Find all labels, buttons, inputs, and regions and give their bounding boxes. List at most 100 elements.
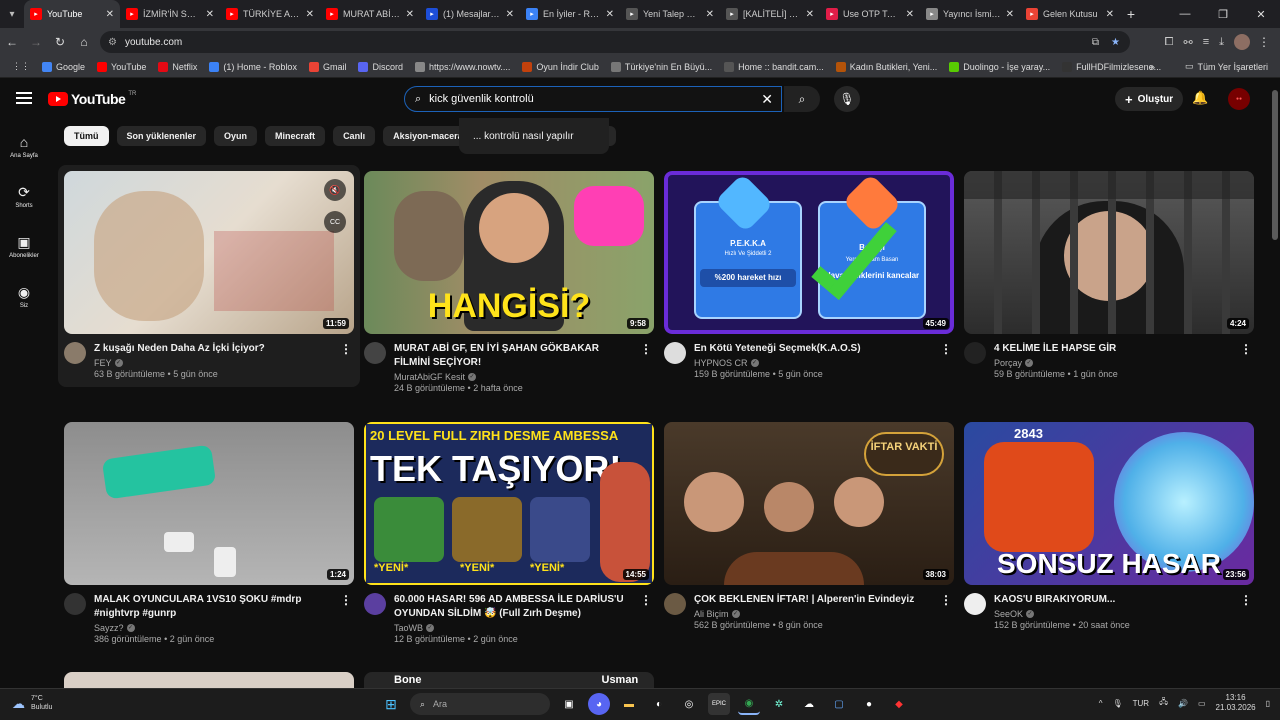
downloads-icon[interactable]: ⤓ [1219,36,1224,49]
filter-chip[interactable]: Minecraft [265,126,326,146]
bookmark-item[interactable]: Kadın Butikleri, Yeni... [835,61,937,72]
video-card[interactable]: 20 LEVEL FULL ZIRH DESME AMBESSA TEK TAŞ… [364,422,654,644]
hamburger-menu-icon[interactable] [16,92,32,104]
network-icon[interactable]: 🖧 [1159,696,1168,710]
bookmark-star-icon[interactable]: ★ [1111,37,1120,48]
video-card[interactable]: 🔇 CC 11:59 Z kuşağı Neden Daha Az İçki İç… [58,165,360,387]
settings-icon[interactable]: ✲ [768,693,790,715]
all-bookmarks-folder[interactable]: ▭ Tüm Yer İşaretleri [1185,61,1268,72]
partial-video-thumb-1[interactable] [64,672,354,688]
browser-tab[interactable]: ▸ Gelen Kutusu ✕ [1020,0,1120,28]
video-card[interactable]: 4:24 4 KELİME İLE HAPSE GİR Porçay ✓ 59 B… [964,171,1254,379]
file-explorer-icon[interactable]: ▬ [618,693,640,715]
reload-icon[interactable]: ↻ [48,28,72,56]
filter-chip[interactable]: Oyun [214,126,258,146]
more-actions-icon[interactable]: ⋮ [340,342,352,356]
close-tab-icon[interactable]: ✕ [806,9,814,20]
channel-avatar[interactable] [364,342,386,364]
minimize-icon[interactable]: — [1166,0,1204,28]
browser-menu-icon[interactable]: ⋮ [1252,28,1276,56]
notification-center-icon[interactable]: ▯ [1266,699,1270,708]
close-window-icon[interactable]: ✕ [1242,0,1280,28]
install-icon[interactable]: ⧉ [1092,37,1099,48]
mute-icon[interactable]: 🔇 [324,179,346,201]
video-card[interactable]: 2843 SONSUZ HASAR 23:56 KAOS'U BIRAKIYORU… [964,422,1254,630]
bookmark-item[interactable]: Gmail [308,61,346,72]
youtube-logo[interactable]: YouTube TR [48,91,136,107]
bookmark-item[interactable]: FullHDFilmizlesene... [1062,61,1161,72]
browser-tab[interactable]: ▸ [KALİTELİ] 100 ✕ [720,0,820,28]
close-tab-icon[interactable]: ✕ [506,9,514,20]
filter-chip[interactable]: Son yüklenenler [116,126,207,146]
video-thumbnail[interactable]: 1:24 [64,422,354,585]
obs-icon[interactable]: ● [858,693,880,715]
weather-widget[interactable]: ☁ 7°C Bulutlu [12,694,52,712]
video-thumbnail[interactable]: 🔇 CC 11:59 [64,171,354,334]
clear-search-icon[interactable]: ✕ [761,91,773,108]
language-indicator[interactable]: TUR [1133,699,1149,708]
partial-video-thumb-2[interactable]: Bone Usman [364,672,654,688]
tray-overflow-icon[interactable]: ^ [1099,699,1103,708]
channel-name[interactable]: Ali Biçim [694,609,729,619]
home-icon[interactable]: ⌂ [72,28,96,56]
video-title[interactable]: KAOS'U BIRAKIYORUM... [994,593,1254,607]
more-actions-icon[interactable]: ⋮ [940,593,952,607]
account-avatar[interactable]: ●● [1228,88,1250,110]
close-tab-icon[interactable]: ✕ [706,9,714,20]
github-icon[interactable]: ◎ [678,693,700,715]
app-icon[interactable]: ▢ [828,693,850,715]
video-card[interactable]: HANGİSİ? 9:58 MURAT ABİ GF, EN İYİ ŞAHAN … [364,171,654,393]
browser-tab[interactable]: ▸ YouTube ✕ [24,0,120,28]
video-title[interactable]: MURAT ABİ GF, EN İYİ ŞAHAN GÖKBAKAR FİLM… [394,342,654,370]
channel-name[interactable]: TaoWB [394,623,423,633]
more-actions-icon[interactable]: ⋮ [1240,342,1252,356]
close-tab-icon[interactable]: ✕ [1106,9,1114,20]
browser-tab[interactable]: ▸ (1) Mesajlar - In ✕ [420,0,520,28]
bookmark-item[interactable]: Oyun İndir Club [522,61,599,72]
search-button[interactable]: ⌕ [784,86,820,112]
battery-icon[interactable]: ▭ [1198,699,1206,708]
browser-tab[interactable]: ▸ Yayıncı İsmi Ön ✕ [920,0,1020,28]
channel-name[interactable]: Porçay [994,358,1022,368]
video-thumbnail[interactable]: P.E.K.K.A Hızlı Ve Şiddetli 2 %200 harek… [664,171,954,334]
chrome-icon[interactable]: ◉ [738,693,760,715]
bookmark-item[interactable]: https://www.nowtv.... [414,61,510,72]
epic-games-icon[interactable]: EPIC [708,693,730,715]
browser-tab[interactable]: ▸ En İyiler - Robl ✕ [520,0,620,28]
video-title[interactable]: Z kuşağı Neden Daha Az İçki İçiyor? [94,342,354,356]
video-thumbnail[interactable]: 20 LEVEL FULL ZIRH DESME AMBESSA TEK TAŞ… [364,422,654,585]
more-actions-icon[interactable]: ⋮ [640,593,652,607]
channel-name[interactable]: Sayzz? [94,623,124,633]
back-icon[interactable]: ← [0,28,24,56]
extensions-icon[interactable]: ⧠ [1165,36,1174,49]
profile-avatar[interactable] [1234,34,1250,50]
channel-name[interactable]: HYPNOS CR [694,358,748,368]
address-bar[interactable]: ⚙ youtube.com ⧉ ★ [100,31,1130,53]
notifications-bell-icon[interactable]: 🔔 [1192,90,1208,106]
video-card[interactable]: P.E.K.K.A Hızlı Ve Şiddetli 2 %200 harek… [664,171,954,379]
browser-tab[interactable]: ▸ MURAT ABİ GF ✕ [320,0,420,28]
more-actions-icon[interactable]: ⋮ [940,342,952,356]
channel-avatar[interactable] [664,593,686,615]
bookmark-item[interactable]: Google [42,61,85,72]
bookmark-item[interactable]: (1) Home - Roblox [209,61,297,72]
vpn-extension-icon[interactable]: ⚯ [1183,36,1192,49]
more-actions-icon[interactable]: ⋮ [640,342,652,356]
close-tab-icon[interactable]: ✕ [106,9,114,20]
search-suggestion[interactable]: ... kontrolü nasıl yapılır [459,118,609,154]
bookmark-item[interactable]: Türkiye'nin En Büyü... [610,61,712,72]
close-tab-icon[interactable]: ✕ [1006,9,1014,20]
channel-avatar[interactable] [364,593,386,615]
channel-avatar[interactable] [964,342,986,364]
task-view-icon[interactable]: ▣ [558,693,580,715]
new-tab-button[interactable]: + [1120,6,1142,22]
tab-search-icon[interactable]: ▾ [0,0,24,28]
maximize-icon[interactable]: ❐ [1204,0,1242,28]
channel-name[interactable]: FEY [94,358,112,368]
forward-icon[interactable]: → [24,28,48,56]
scrollbar-thumb[interactable] [1272,90,1278,240]
video-thumbnail[interactable]: HANGİSİ? 9:58 [364,171,654,334]
close-tab-icon[interactable]: ✕ [206,9,214,20]
video-title[interactable]: En Kötü Yeteneği Seçmek(K.A.O.S) [694,342,954,356]
site-info-icon[interactable]: ⚙ [108,37,117,48]
